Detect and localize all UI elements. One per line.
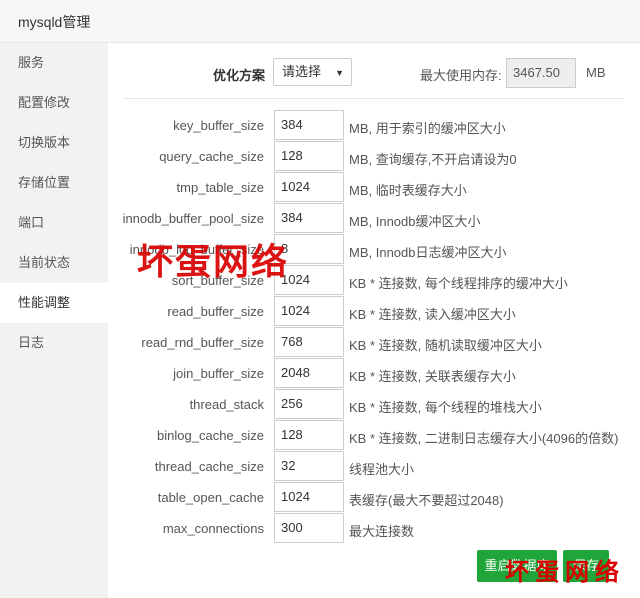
param-row: thread_stack 256 KB * 连接数, 每个线程的堆栈大小	[108, 389, 640, 420]
window-title: mysqld管理	[18, 14, 91, 30]
param-name: innodb_buffer_pool_size	[122, 211, 264, 226]
param-name: thread_cache_size	[154, 459, 264, 474]
param-row: innodb_log_buffer_size 8 MB, Innodb日志缓冲区大小	[108, 234, 640, 265]
param-row: innodb_buffer_pool_size 384 MB, Innodb缓冲区大…	[108, 203, 640, 234]
param-name: sort_buffer_size	[171, 273, 264, 288]
param-row: table_open_cache 1024 表缓存(最大不要超过2048)	[108, 482, 640, 513]
param-description: MB, 临时表缓存大小	[349, 183, 467, 198]
param-row: tmp_table_size 1024 MB, 临时表缓存大小	[108, 172, 640, 203]
sidebar-item-service[interactable]: 服务	[0, 43, 108, 83]
param-row: key_buffer_size 384 MB, 用于索引的缓冲区大小	[108, 110, 640, 141]
param-value-input[interactable]: 128	[274, 141, 344, 171]
param-description: KB * 连接数, 读入缓冲区大小	[349, 307, 516, 322]
optimize-label: 优化方案	[213, 68, 266, 83]
max-memory-field: 3467.50	[506, 58, 576, 88]
param-value-input[interactable]: 8	[274, 234, 344, 264]
restart-database-button[interactable]: 重启数据库	[477, 550, 557, 582]
sidebar-item-log[interactable]: 日志	[0, 323, 108, 363]
param-value-input[interactable]: 384	[274, 203, 344, 233]
param-value-input[interactable]: 1024	[274, 482, 344, 512]
param-name: thread_stack	[189, 397, 264, 412]
param-name: tmp_table_size	[176, 180, 264, 195]
param-row: max_connections 300 最大连接数	[108, 513, 640, 544]
param-description: KB * 连接数, 每个线程的堆栈大小	[349, 400, 542, 415]
param-row: query_cache_size 128 MB, 查询缓存,不开启请设为0	[108, 141, 640, 172]
param-value-input[interactable]: 384	[274, 110, 344, 140]
param-value-input[interactable]: 32	[274, 451, 344, 481]
sidebar-item-storage[interactable]: 存储位置	[0, 163, 108, 203]
param-row: read_rnd_buffer_size 768 KB * 连接数, 随机读取缓冲区…	[108, 327, 640, 358]
param-description: KB * 连接数, 二进制日志缓存大小(4096的倍数)	[349, 431, 619, 446]
param-description: KB * 连接数, 关联表缓存大小	[349, 369, 516, 384]
sidebar-item-status[interactable]: 当前状态	[0, 243, 108, 283]
param-description: 线程池大小	[349, 462, 415, 477]
param-value-input[interactable]: 2048	[274, 358, 344, 388]
sidebar-item-switch-version[interactable]: 切换版本	[0, 123, 108, 163]
param-description: 最大连接数	[349, 524, 415, 539]
param-value-input[interactable]: 128	[274, 420, 344, 450]
param-description: MB, 用于索引的缓冲区大小	[349, 121, 506, 136]
param-row: binlog_cache_size 128 KB * 连接数, 二进制日志缓存大小(…	[108, 420, 640, 451]
performance-panel: 优化方案 请选择 ▼ 最大使用内存: 3467.50 MB key_buffer…	[108, 43, 640, 598]
param-name: read_rnd_buffer_size	[141, 335, 264, 350]
param-description: MB, 查询缓存,不开启请设为0	[349, 152, 517, 167]
save-button[interactable]: 保存	[563, 550, 609, 582]
param-value-input[interactable]: 1024	[274, 265, 344, 295]
param-description: 表缓存(最大不要超过2048)	[349, 493, 504, 508]
param-row: thread_cache_size 32 线程池大小	[108, 451, 640, 482]
max-memory-label: 最大使用内存:	[420, 68, 502, 83]
param-description: MB, Innodb日志缓冲区大小	[349, 245, 507, 260]
param-row: read_buffer_size 1024 KB * 连接数, 读入缓冲区大小	[108, 296, 640, 327]
param-description: KB * 连接数, 随机读取缓冲区大小	[349, 338, 542, 353]
param-value-input[interactable]: 768	[274, 327, 344, 357]
param-value-input[interactable]: 1024	[274, 296, 344, 326]
param-name: join_buffer_size	[173, 366, 264, 381]
max-memory-unit: MB	[586, 65, 606, 80]
divider	[123, 98, 623, 99]
param-row: join_buffer_size 2048 KB * 连接数, 关联表缓存大小	[108, 358, 640, 389]
param-value-input[interactable]: 300	[274, 513, 344, 543]
param-description: MB, Innodb缓冲区大小	[349, 214, 481, 229]
sidebar-item-config[interactable]: 配置修改	[0, 83, 108, 123]
param-name: key_buffer_size	[173, 118, 264, 133]
sidebar: 服务 配置修改 切换版本 存储位置 端口 当前状态 性能调整 日志	[0, 43, 108, 598]
param-value-input[interactable]: 1024	[274, 172, 344, 202]
sidebar-item-performance[interactable]: 性能调整	[0, 283, 108, 323]
param-name: max_connections	[162, 521, 264, 536]
optimize-select-value: 请选择	[282, 64, 322, 79]
dropdown-arrow-icon: ▼	[335, 68, 344, 78]
param-description: KB * 连接数, 每个线程排序的缓冲大小	[349, 276, 568, 291]
param-name: binlog_cache_size	[157, 428, 264, 443]
title-bar: mysqld管理	[0, 0, 640, 43]
param-name: query_cache_size	[159, 149, 264, 164]
optimize-select[interactable]: 请选择 ▼	[273, 58, 352, 86]
param-name: table_open_cache	[157, 490, 264, 505]
sidebar-item-port[interactable]: 端口	[0, 203, 108, 243]
param-row: sort_buffer_size 1024 KB * 连接数, 每个线程排序的缓冲大…	[108, 265, 640, 296]
param-value-input[interactable]: 256	[274, 389, 344, 419]
param-name: read_buffer_size	[167, 304, 264, 319]
param-name: innodb_log_buffer_size	[129, 242, 264, 257]
